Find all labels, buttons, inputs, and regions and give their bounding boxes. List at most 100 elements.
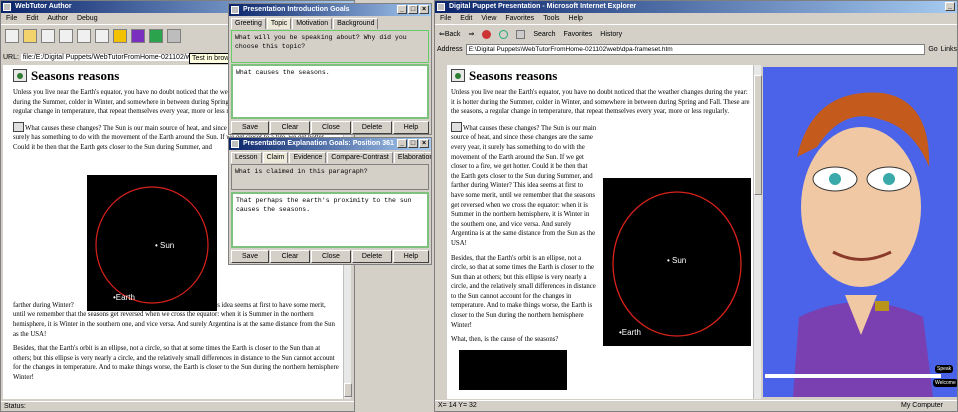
intro-delete-button[interactable]: Delete xyxy=(352,121,392,134)
intro-button-row: Save Clear Close Delete Help xyxy=(231,121,429,134)
address-label: Address xyxy=(437,45,463,53)
explanation-delete-button[interactable]: Delete xyxy=(352,250,392,263)
go-button[interactable]: Go xyxy=(928,46,937,53)
intro-goals-icon[interactable] xyxy=(113,29,127,43)
test-in-browser-tooltip: Test in brow xyxy=(189,53,233,64)
tab-background[interactable]: Background xyxy=(333,18,379,29)
welcome-button[interactable]: Welcome xyxy=(933,379,957,387)
ie-page-title: Seasons reasons xyxy=(451,69,753,82)
puppet-progress-bar xyxy=(765,374,941,378)
ie-speech-icon[interactable] xyxy=(451,121,462,132)
refresh-icon[interactable] xyxy=(499,29,509,39)
ie-doc-scroll-thumb[interactable] xyxy=(754,75,762,195)
links-button[interactable]: Links xyxy=(941,46,957,53)
orbit-ellipse xyxy=(95,186,209,304)
stop-icon[interactable] xyxy=(482,29,492,39)
tab-compare-contrast[interactable]: Compare-Contrast xyxy=(327,152,393,163)
back-button[interactable]: ⇐Back xyxy=(439,30,460,38)
puppet-left-iris xyxy=(829,173,841,185)
ie-bottom-image xyxy=(459,349,567,390)
explanation-clear-button[interactable]: Clear xyxy=(270,250,310,263)
author-scroll-thumb[interactable] xyxy=(344,383,352,397)
explanation-answer-field[interactable]: That perhaps the earth's proximity to th… xyxy=(231,192,429,248)
cut-icon[interactable] xyxy=(95,29,109,43)
author-statusbar: Status: xyxy=(1,401,354,411)
intro-answer-field[interactable]: What causes the seasons. xyxy=(231,64,429,119)
tab-evidence[interactable]: Evidence xyxy=(289,152,327,163)
ie-window: Digital Puppet Presentation - Microsoft … xyxy=(434,0,958,412)
ie-doc-scrollbar[interactable] xyxy=(753,65,762,399)
maximize-icon[interactable]: □ xyxy=(408,5,418,14)
ie-titlebar[interactable]: Digital Puppet Presentation - Microsoft … xyxy=(435,1,957,13)
orbit-svg xyxy=(95,186,209,304)
test-in-browser-icon[interactable] xyxy=(167,29,181,43)
intro-save-button[interactable]: Save xyxy=(231,121,269,134)
intro-clear-button[interactable]: Clear xyxy=(270,121,310,134)
open-folder-icon[interactable] xyxy=(23,29,37,43)
menu-edit[interactable]: Edit xyxy=(26,15,38,22)
tab-greeting[interactable]: Greeting xyxy=(231,18,266,29)
sun-label: • Sun xyxy=(155,241,175,250)
url-field[interactable]: file:/E:/Digital Puppets/WebTutorFromHom… xyxy=(20,54,193,61)
forward-button[interactable]: ⇒ xyxy=(468,30,474,38)
paragraph-3: Besides, that the Earth's orbit is an el… xyxy=(13,345,339,381)
paste-icon[interactable] xyxy=(77,29,91,43)
address-field[interactable]: E:\Digital Puppets\WebTutorFromHome-0211… xyxy=(465,43,926,55)
explanation-goals-window: Presentation Explanation Goals: Position… xyxy=(228,137,432,265)
ie-status-zone: My Computer xyxy=(900,402,943,409)
close-icon[interactable]: × xyxy=(419,139,429,148)
tab-topic[interactable]: Topic xyxy=(266,18,292,29)
search-button[interactable]: Search xyxy=(533,31,555,38)
history-button[interactable]: History xyxy=(600,31,622,38)
explanation-app-icon xyxy=(231,140,239,148)
explanation-titlebar[interactable]: Presentation Explanation Goals: Position… xyxy=(229,138,431,150)
home-icon[interactable] xyxy=(516,29,526,39)
speak-button[interactable]: Speak xyxy=(935,365,954,373)
explanation-close-button[interactable]: Close xyxy=(311,250,351,263)
menu-author[interactable]: Author xyxy=(47,15,68,22)
puppet-svg xyxy=(793,92,933,397)
minimize-icon[interactable]: _ xyxy=(397,139,407,148)
ie-menu-favorites[interactable]: Favorites xyxy=(505,15,534,22)
explanation-title: Presentation Explanation Goals: Position… xyxy=(243,140,394,147)
tab-claim[interactable]: Claim xyxy=(262,152,289,163)
copy-icon[interactable] xyxy=(59,29,73,43)
intro-prompt: What will you be speaking about? Why did… xyxy=(231,30,429,63)
minimize-icon[interactable]: _ xyxy=(945,2,955,11)
ie-document[interactable]: Seasons reasons Unless you live near the… xyxy=(447,65,757,399)
tab-elaboration[interactable]: Elaboration xyxy=(393,152,431,163)
close-icon[interactable]: × xyxy=(419,5,429,14)
app-icon xyxy=(3,3,11,11)
explanation-help-button[interactable]: Help xyxy=(393,250,429,263)
new-file-icon[interactable] xyxy=(5,29,19,43)
intro-tabs: Greeting Topic Motivation Background xyxy=(229,18,431,29)
menu-file[interactable]: File xyxy=(6,15,17,22)
tab-motivation[interactable]: Motivation xyxy=(292,18,333,29)
ie-menu-tools[interactable]: Tools xyxy=(543,15,559,22)
save-icon[interactable] xyxy=(41,29,55,43)
ie-menu-view[interactable]: View xyxy=(481,15,496,22)
explanation-goals-icon[interactable] xyxy=(131,29,145,43)
conclusion-goals-icon[interactable] xyxy=(149,29,163,43)
explanation-button-row: Save Clear Close Delete Help xyxy=(231,250,429,263)
intro-close-button[interactable]: Close xyxy=(311,121,351,134)
ie-menu-edit[interactable]: Edit xyxy=(460,15,472,22)
menu-debug[interactable]: Debug xyxy=(77,15,98,22)
earth-label: •Earth xyxy=(113,293,135,302)
intro-help-button[interactable]: Help xyxy=(393,121,429,134)
intro-titlebar[interactable]: Presentation Introduction Goals _ □ × xyxy=(229,4,431,16)
ie-orbit-float: • Sun •Earth xyxy=(603,177,751,346)
ie-menu-file[interactable]: File xyxy=(440,15,451,22)
tab-lesson[interactable]: Lesson xyxy=(231,152,262,163)
speech-icon[interactable] xyxy=(13,121,24,132)
ie-menu-help[interactable]: Help xyxy=(569,15,583,22)
ie-menubar: File Edit View Favorites Tools Help xyxy=(435,13,957,25)
ie-statusbar: X= 14 Y= 32 My Computer xyxy=(435,400,957,410)
favorites-button[interactable]: Favorites xyxy=(564,31,593,38)
minimize-icon[interactable]: _ xyxy=(397,5,407,14)
explanation-save-button[interactable]: Save xyxy=(231,250,269,263)
maximize-icon[interactable]: □ xyxy=(408,139,418,148)
ie-window-controls: _ xyxy=(945,2,955,11)
ie-earth-label: •Earth xyxy=(619,327,641,337)
ie-sun-label: • Sun xyxy=(667,255,687,265)
